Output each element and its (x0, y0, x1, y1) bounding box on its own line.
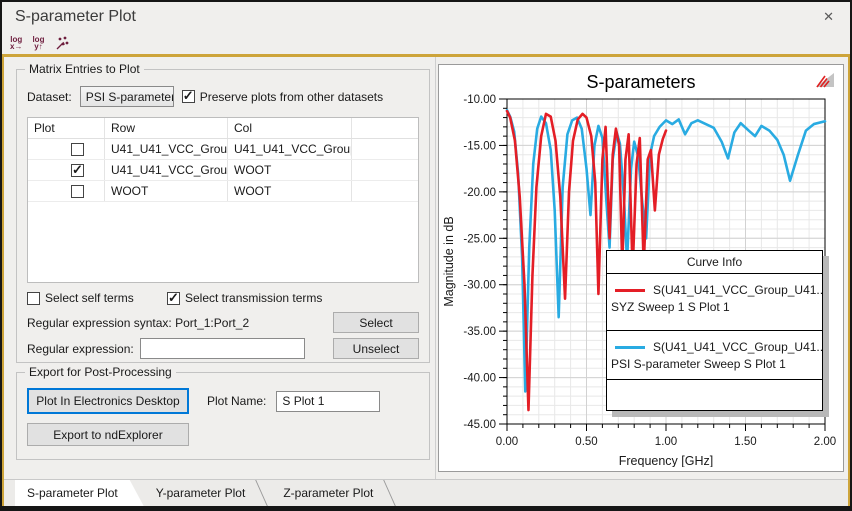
select-button[interactable]: Select (333, 312, 419, 333)
dataset-value: PSI S-parameter (86, 90, 174, 104)
svg-text:Magnitude in dB: Magnitude in dB (442, 216, 456, 306)
svg-text:2.00: 2.00 (814, 436, 836, 448)
header-col[interactable]: Col (228, 118, 352, 138)
dataset-row: Dataset: PSI S-parameter Preserve plots … (27, 86, 419, 107)
group-title: Matrix Entries to Plot (25, 62, 144, 76)
matrix-panel: Matrix Entries to Plot Dataset: PSI S-pa… (4, 57, 436, 479)
log-y-axis-button[interactable]: log y↑ (30, 35, 46, 51)
svg-text:-30.00: -30.00 (463, 280, 496, 292)
export-group: Export for Post-Processing Plot In Elect… (16, 372, 430, 460)
legend-title: Curve Info (607, 251, 822, 274)
chart-legend: Curve Info S(U41_U41_VCC_Group_U41... SY… (606, 250, 823, 411)
chart-panel: S-parameters 0.00 0.50 1.00 1.50 2.00 -10.00 -… (436, 57, 848, 479)
svg-text:1.00: 1.00 (655, 436, 677, 448)
dataset-select[interactable]: PSI S-parameter (80, 86, 174, 107)
preserve-plots-option[interactable]: Preserve plots from other datasets (182, 90, 383, 104)
legend-entry: S(U41_U41_VCC_Group_U41... PSI S-paramet… (607, 331, 822, 380)
svg-text:1.50: 1.50 (734, 436, 756, 448)
regex-label: Regular expression: (27, 342, 134, 356)
preserve-plots-checkbox[interactable] (182, 90, 195, 103)
plot-checkbox[interactable] (71, 185, 84, 198)
table-row[interactable]: WOOT WOOT (28, 181, 418, 202)
tab-y-parameter-plot[interactable]: Y-parameter Plot (144, 480, 272, 506)
self-terms-checkbox[interactable] (27, 292, 40, 305)
header-plot[interactable]: Plot (28, 118, 105, 138)
main-area: Matrix Entries to Plot Dataset: PSI S-pa… (4, 57, 848, 479)
svg-text:Frequency [GHz]: Frequency [GHz] (619, 454, 713, 467)
s-parameter-plot-dialog: S-parameter Plot ✕ log x→ log y↑ Matri (0, 0, 852, 511)
terms-row: Select self terms Select transmission te… (27, 291, 419, 305)
plot-checkbox[interactable] (71, 143, 84, 156)
svg-text:-15.00: -15.00 (463, 140, 496, 152)
close-icon[interactable]: ✕ (817, 7, 840, 27)
svg-text:-45.00: -45.00 (463, 419, 496, 431)
scatter-arrow-icon (54, 36, 70, 51)
matrix-entries-group: Matrix Entries to Plot Dataset: PSI S-pa… (16, 69, 430, 363)
plot-checkbox[interactable] (71, 164, 84, 177)
chart: S-parameters 0.00 0.50 1.00 1.50 2.00 -10.00 -… (438, 64, 844, 472)
svg-text:-20.00: -20.00 (463, 187, 496, 199)
select-transmission-terms-option[interactable]: Select transmission terms (167, 291, 322, 305)
tab-s-parameter-plot[interactable]: S-parameter Plot (15, 480, 144, 506)
select-self-terms-option[interactable]: Select self terms (27, 291, 167, 305)
table-header: Plot Row Col (28, 118, 418, 139)
window-title: S-parameter Plot (15, 8, 136, 26)
svg-text:-25.00: -25.00 (463, 233, 496, 245)
title-bar: S-parameter Plot ✕ (2, 2, 850, 32)
group-title: Export for Post-Processing (25, 365, 176, 379)
transmission-terms-checkbox[interactable] (167, 292, 180, 305)
svg-text:-35.00: -35.00 (463, 326, 496, 338)
svg-text:-40.00: -40.00 (463, 373, 496, 385)
svg-text:0.50: 0.50 (575, 436, 597, 448)
regex-syntax-row: Regular expression syntax: Port_1:Port_2… (27, 312, 419, 333)
log-x-axis-button[interactable]: log x→ (8, 35, 24, 51)
plot-name-label: Plot Name: (207, 394, 266, 408)
table-row[interactable]: U41_U41_VCC_Group... WOOT (28, 160, 418, 181)
tab-z-parameter-plot[interactable]: Z-parameter Plot (271, 480, 399, 506)
matrix-table: Plot Row Col U41_U41_VCC_Group... U41_U4… (27, 117, 419, 283)
legend-line-cyan (615, 346, 645, 349)
svg-text:-10.00: -10.00 (463, 94, 496, 106)
legend-entry: S(U41_U41_VCC_Group_U41... SYZ Sweep 1 S… (607, 274, 822, 331)
toolbar: log x→ log y↑ (2, 32, 850, 54)
regex-input[interactable] (140, 338, 305, 359)
fit-plot-button[interactable] (52, 35, 72, 52)
table-row[interactable]: U41_U41_VCC_Group... U41_U41_VCC_Group..… (28, 139, 418, 160)
export-to-ndexplorer-button[interactable]: Export to ndExplorer (27, 423, 189, 446)
chart-title: S-parameters (439, 72, 843, 93)
plot-in-electronics-desktop-button[interactable]: Plot In Electronics Desktop (27, 388, 189, 414)
unselect-button[interactable]: Unselect (333, 338, 419, 359)
svg-text:0.00: 0.00 (496, 436, 518, 448)
header-row[interactable]: Row (105, 118, 228, 138)
bottom-tab-bar: S-parameter Plot Y-parameter Plot Z-para… (4, 479, 848, 506)
regex-row: Regular expression: Unselect (27, 338, 419, 359)
plot-name-input[interactable] (276, 391, 380, 412)
regex-syntax-label: Regular expression syntax: Port_1:Port_2 (27, 316, 249, 330)
dataset-label: Dataset: (27, 90, 72, 104)
ansys-logo-icon (814, 71, 836, 89)
legend-line-red (615, 289, 645, 292)
content-frame: Matrix Entries to Plot Dataset: PSI S-pa… (2, 54, 850, 506)
